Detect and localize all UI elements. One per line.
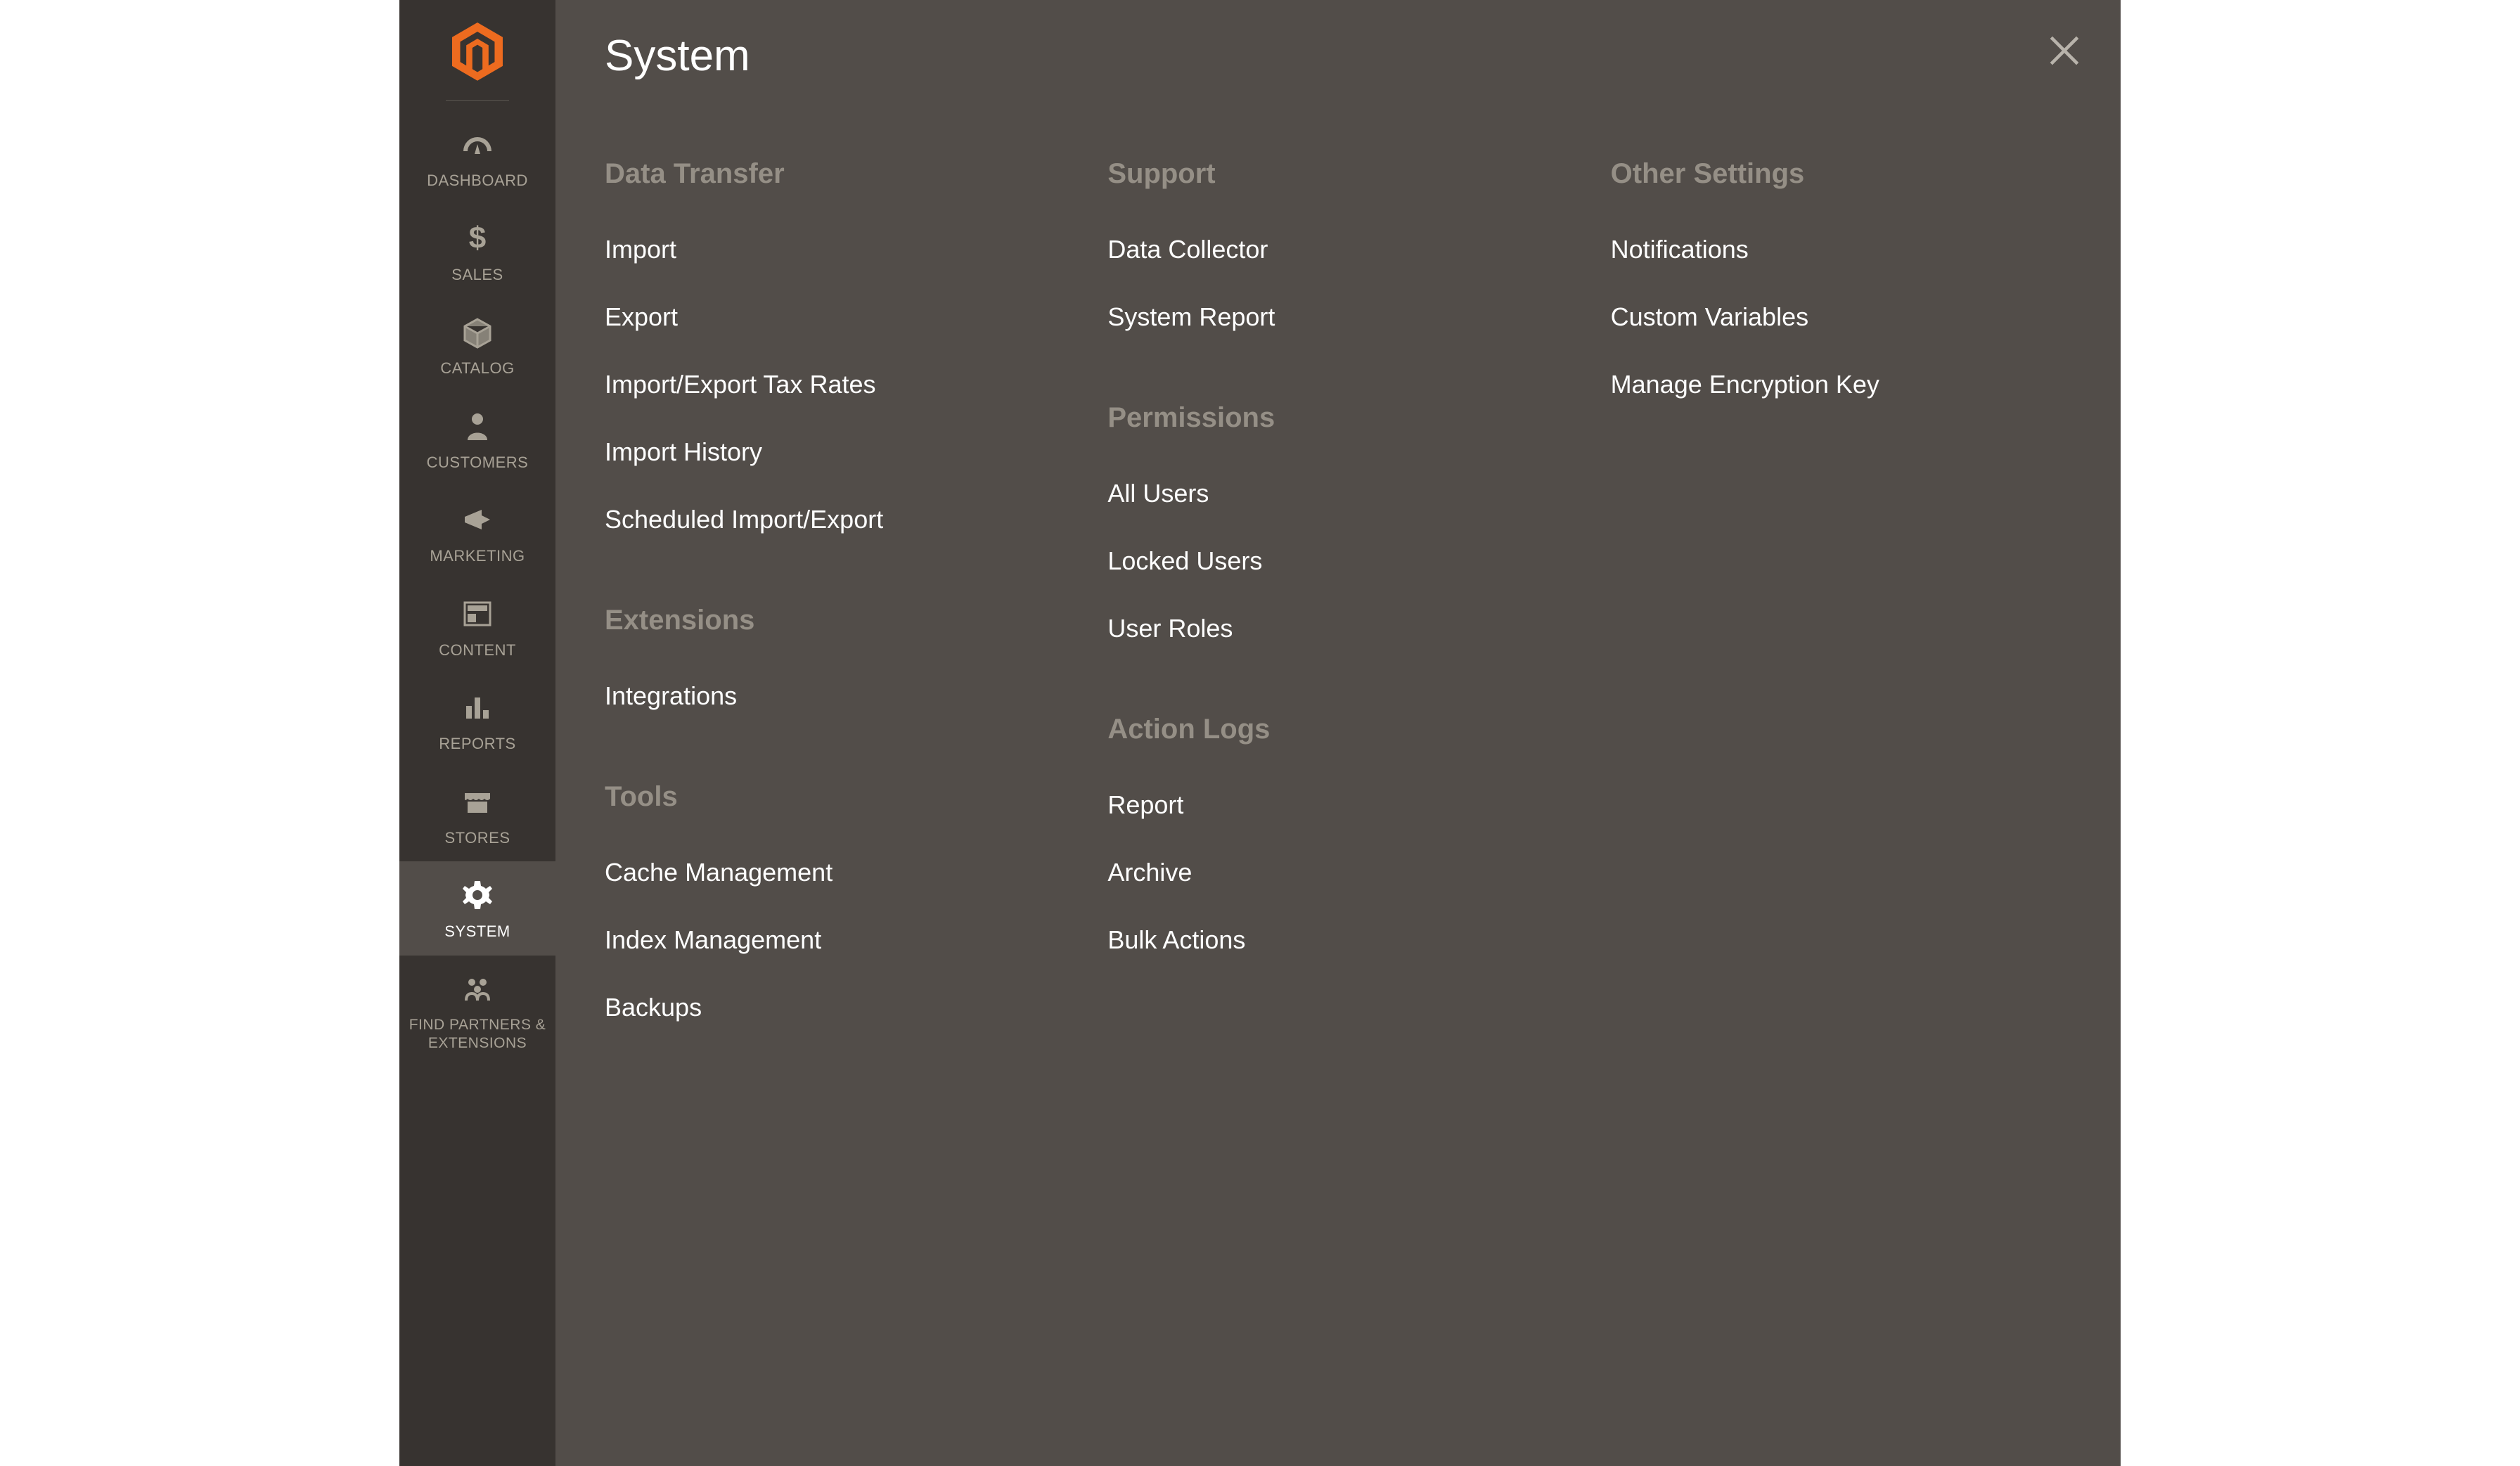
flyout-column: Other Settings Notifications Custom Vari… — [1611, 158, 2071, 1022]
section-heading: Tools — [605, 781, 1065, 813]
sidebar-label: SYSTEM — [444, 922, 510, 941]
sidebar-item-content[interactable]: CONTENT — [399, 580, 555, 674]
megaphone-icon — [461, 503, 494, 536]
close-button[interactable] — [2045, 31, 2084, 70]
layout-icon — [461, 597, 494, 631]
link-import[interactable]: Import — [605, 235, 1065, 264]
link-scheduled-import-export[interactable]: Scheduled Import/Export — [605, 505, 1065, 534]
sidebar-label: MARKETING — [430, 546, 525, 566]
section-action-logs: Action Logs Report Archive Bulk Actions — [1107, 714, 1568, 955]
partners-icon — [461, 972, 494, 1006]
sidebar-item-dashboard[interactable]: DASHBOARD — [399, 117, 555, 205]
box-icon — [461, 315, 494, 349]
section-extensions: Extensions Integrations — [605, 605, 1065, 711]
section-heading: Other Settings — [1611, 158, 2071, 190]
sidebar-label: FIND PARTNERS & EXTENSIONS — [404, 1016, 551, 1053]
sidebar-item-customers[interactable]: CUSTOMERS — [399, 392, 555, 487]
link-manage-encryption-key[interactable]: Manage Encryption Key — [1611, 370, 2071, 399]
link-import-history[interactable]: Import History — [605, 437, 1065, 467]
flyout-column: Support Data Collector System Report Per… — [1107, 158, 1568, 1022]
sidebar-label: DASHBOARD — [427, 171, 528, 191]
link-locked-users[interactable]: Locked Users — [1107, 546, 1568, 576]
gear-icon — [461, 878, 494, 912]
link-export[interactable]: Export — [605, 302, 1065, 332]
magento-logo[interactable] — [452, 22, 503, 80]
link-notifications[interactable]: Notifications — [1611, 235, 2071, 264]
section-tools: Tools Cache Management Index Management … — [605, 781, 1065, 1022]
bars-icon — [461, 690, 494, 724]
link-import-export-tax-rates[interactable]: Import/Export Tax Rates — [605, 370, 1065, 399]
sidebar-label: REPORTS — [439, 734, 515, 754]
sidebar-item-sales[interactable]: $ SALES — [399, 205, 555, 299]
sidebar-item-catalog[interactable]: CATALOG — [399, 298, 555, 392]
section-support: Support Data Collector System Report — [1107, 158, 1568, 332]
link-all-users[interactable]: All Users — [1107, 479, 1568, 508]
store-icon — [461, 785, 494, 818]
section-heading: Data Transfer — [605, 158, 1065, 190]
person-icon — [461, 409, 494, 443]
sidebar-label: STORES — [444, 828, 510, 848]
svg-text:$: $ — [469, 221, 486, 255]
sidebar-label: CATALOG — [440, 359, 514, 378]
system-flyout-panel: System Data Transfer Import Export Impor… — [555, 0, 2121, 1466]
dashboard-icon — [461, 134, 494, 161]
link-system-report[interactable]: System Report — [1107, 302, 1568, 332]
sidebar-item-partners[interactable]: FIND PARTNERS & EXTENSIONS — [399, 956, 555, 1067]
link-report[interactable]: Report — [1107, 790, 1568, 820]
sidebar-item-system[interactable]: SYSTEM — [399, 861, 555, 956]
sidebar-item-stores[interactable]: STORES — [399, 768, 555, 862]
section-other-settings: Other Settings Notifications Custom Vari… — [1611, 158, 2071, 399]
flyout-columns: Data Transfer Import Export Import/Expor… — [605, 158, 2071, 1022]
section-permissions: Permissions All Users Locked Users User … — [1107, 402, 1568, 643]
link-backups[interactable]: Backups — [605, 993, 1065, 1022]
sidebar-item-reports[interactable]: REPORTS — [399, 674, 555, 768]
flyout-column: Data Transfer Import Export Import/Expor… — [605, 158, 1065, 1022]
section-data-transfer: Data Transfer Import Export Import/Expor… — [605, 158, 1065, 534]
link-cache-management[interactable]: Cache Management — [605, 858, 1065, 887]
dollar-icon: $ — [461, 221, 494, 255]
section-heading: Support — [1107, 158, 1568, 190]
link-index-management[interactable]: Index Management — [605, 925, 1065, 955]
section-heading: Permissions — [1107, 402, 1568, 434]
flyout-title: System — [605, 31, 2071, 81]
sidebar-label: CONTENT — [439, 641, 516, 660]
link-custom-variables[interactable]: Custom Variables — [1611, 302, 2071, 332]
sidebar-item-marketing[interactable]: MARKETING — [399, 486, 555, 580]
sidebar-divider — [446, 100, 509, 101]
sidebar-label: SALES — [451, 265, 503, 285]
link-archive[interactable]: Archive — [1107, 858, 1568, 887]
link-bulk-actions[interactable]: Bulk Actions — [1107, 925, 1568, 955]
link-data-collector[interactable]: Data Collector — [1107, 235, 1568, 264]
admin-sidebar: DASHBOARD $ SALES CATALOG CUSTOMERS — [399, 0, 555, 1466]
sidebar-label: CUSTOMERS — [427, 453, 529, 472]
link-user-roles[interactable]: User Roles — [1107, 614, 1568, 643]
link-integrations[interactable]: Integrations — [605, 681, 1065, 711]
section-heading: Action Logs — [1107, 714, 1568, 745]
section-heading: Extensions — [605, 605, 1065, 636]
